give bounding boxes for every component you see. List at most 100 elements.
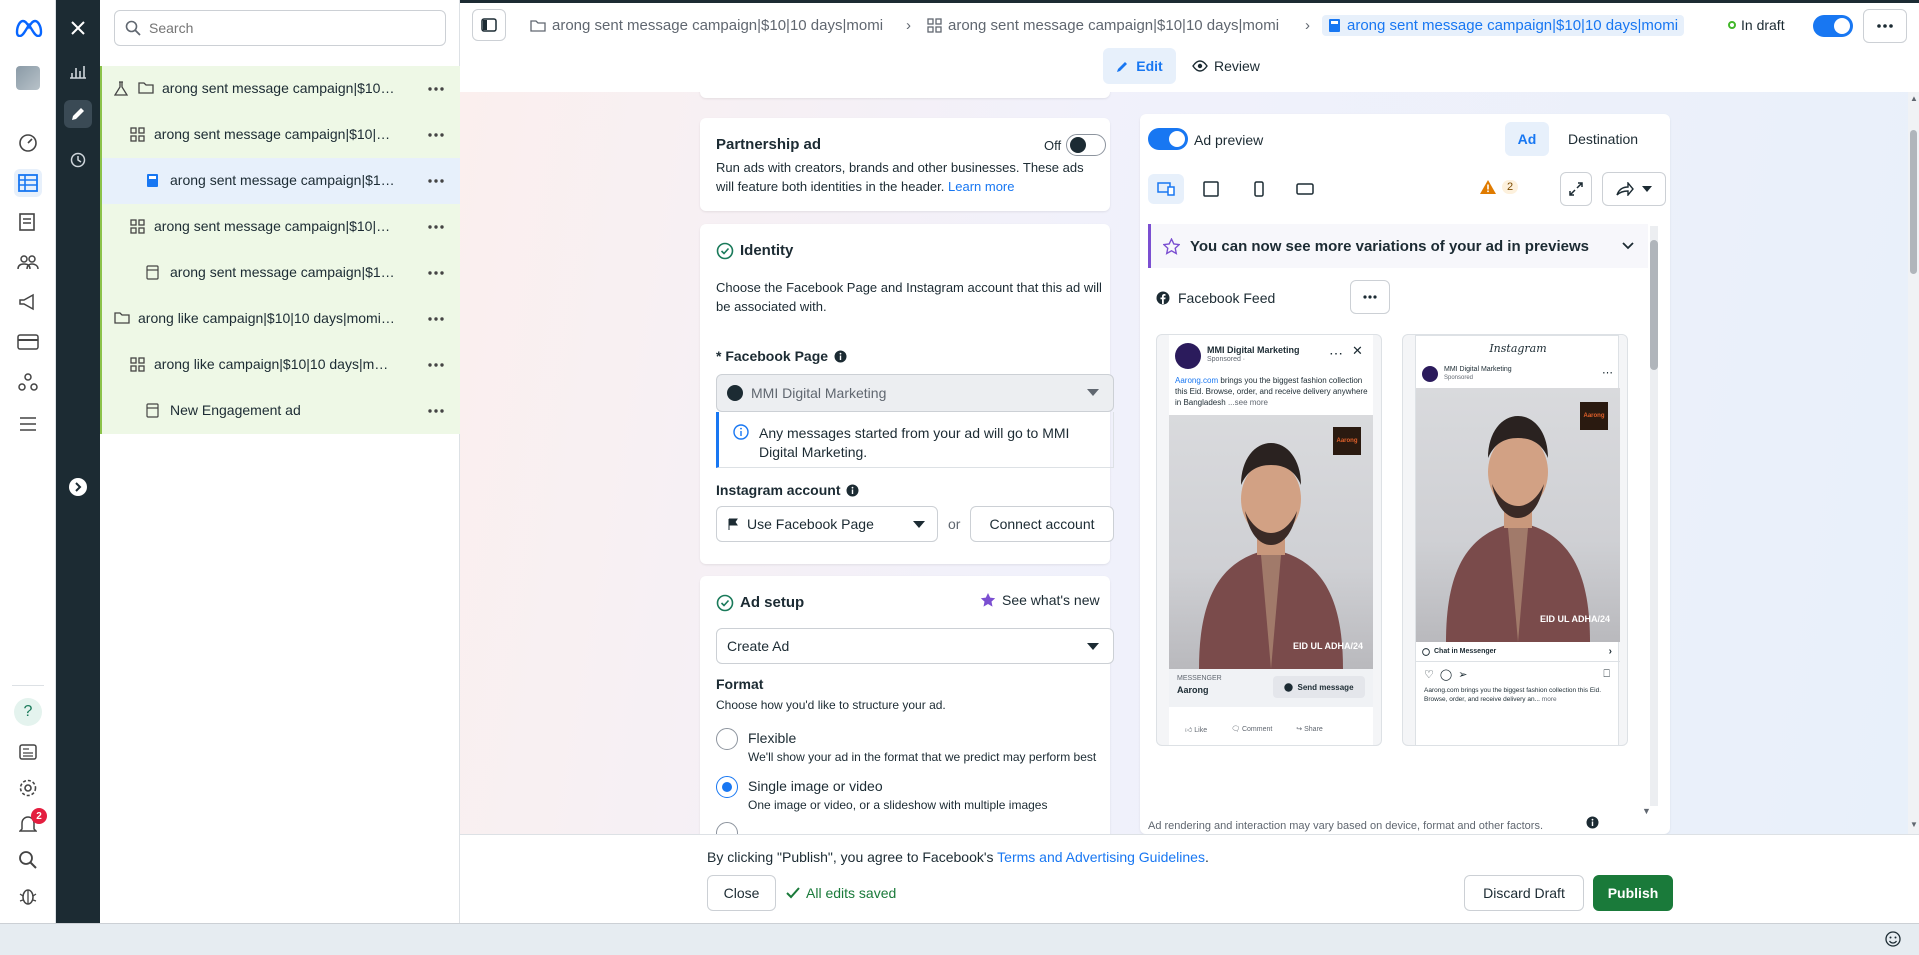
breadcrumb-campaign[interactable]: arong sent message campaign|$10|10 days|… (530, 17, 883, 34)
campaigns-megaphone-icon[interactable] (14, 288, 42, 316)
chevron-right-icon: › (1305, 17, 1310, 34)
row-more-dots-icon[interactable] (426, 401, 446, 421)
variations-banner[interactable]: You can now see more variations of your … (1148, 224, 1648, 268)
facebook-page-select[interactable]: MMI Digital Marketing (716, 374, 1114, 412)
folder-icon (114, 311, 130, 324)
draft-toggle[interactable] (1813, 15, 1853, 37)
folder-icon (138, 81, 154, 94)
settings-gear-icon[interactable] (14, 774, 42, 802)
reports-icon[interactable] (14, 208, 42, 236)
bug-report-icon[interactable] (14, 882, 42, 910)
tree-item[interactable]: arong sent message campaign|$10|1... (100, 66, 460, 112)
tree-search-input[interactable] (149, 20, 429, 36)
ad-preview-toggle[interactable] (1148, 128, 1188, 150)
help-icon[interactable]: ? (14, 698, 42, 726)
performance-chart-icon[interactable] (64, 58, 92, 86)
radio-single-image-video[interactable] (716, 776, 738, 798)
tree-search-box[interactable] (114, 10, 446, 46)
account-avatar[interactable] (14, 64, 42, 92)
close-button[interactable]: Close (707, 875, 776, 911)
scroll-down-arrow-icon[interactable]: ▼ (1642, 806, 1651, 816)
partnership-ad-card: Partnership ad Off Run ads with creators… (700, 118, 1110, 211)
warnings-indicator[interactable]: 2 (1480, 180, 1519, 194)
connect-account-button[interactable]: Connect account (970, 506, 1114, 542)
instagram-account-select[interactable]: Use Facebook Page (716, 506, 938, 542)
toggle-panel-button[interactable] (472, 9, 506, 41)
info-icon[interactable] (1586, 816, 1599, 829)
scroll-thumb[interactable] (1910, 130, 1917, 274)
breadcrumb-ad[interactable]: arong sent message campaign|$10|10 days|… (1322, 15, 1685, 36)
status-dot-icon (1728, 21, 1736, 29)
review-mode-button[interactable]: Review (1192, 48, 1260, 84)
tree-item[interactable]: arong like campaign|$10|10 days|momin... (100, 296, 460, 342)
phone-icon (1254, 181, 1264, 197)
row-more-dots-icon[interactable] (426, 309, 446, 329)
close-editor-icon[interactable] (64, 14, 92, 42)
ad-filled-icon (146, 173, 159, 188)
page-avatar (727, 385, 743, 401)
tree-item[interactable]: arong sent message campaign|$10|... (100, 250, 460, 296)
partnership-toggle[interactable] (1066, 134, 1106, 156)
row-more-dots-icon[interactable] (426, 217, 446, 237)
history-clock-icon[interactable] (64, 146, 92, 174)
sidebar-toggle-icon (481, 18, 497, 32)
learn-more-link[interactable]: Learn more (948, 179, 1014, 194)
more-options-button[interactable] (1863, 9, 1907, 43)
audiences-icon[interactable] (14, 248, 42, 276)
ad-setup-title: Ad setup (740, 594, 805, 611)
share-preview-button[interactable] (1602, 172, 1666, 206)
news-icon[interactable] (14, 738, 42, 766)
info-icon[interactable] (834, 350, 847, 363)
tree-item-label: arong like campaign|$10|10 days|momin... (138, 310, 396, 326)
terms-link[interactable]: Terms and Advertising Guidelines (997, 849, 1205, 865)
comment-action: 🗨︎ Comment (1231, 726, 1273, 733)
vertical-format-button[interactable] (1244, 174, 1274, 204)
feedback-smiley-icon[interactable] (1885, 931, 1901, 947)
discard-draft-button[interactable]: Discard Draft (1464, 875, 1584, 911)
landscape-format-button[interactable] (1290, 174, 1320, 204)
row-more-dots-icon[interactable] (426, 79, 446, 99)
tab-ad[interactable]: Ad (1505, 122, 1549, 156)
notifications-bell-icon[interactable]: 2 (14, 808, 47, 838)
square-format-button[interactable] (1196, 174, 1226, 204)
tree-item[interactable]: arong sent message campaign|$10|... (100, 158, 460, 204)
breadcrumb-adset[interactable]: arong sent message campaign|$10|10 days|… (927, 17, 1279, 34)
row-more-dots-icon[interactable] (426, 263, 446, 283)
edit-pencil-icon[interactable] (64, 100, 92, 128)
radio-flexible[interactable] (716, 728, 738, 750)
all-devices-button[interactable] (1148, 174, 1184, 204)
expand-panel-icon[interactable] (64, 473, 92, 501)
devices-icon (1157, 182, 1175, 196)
search-icon[interactable] (14, 846, 42, 874)
radio-carousel[interactable] (716, 822, 738, 834)
info-icon[interactable] (846, 484, 859, 497)
row-more-dots-icon[interactable] (426, 171, 446, 191)
create-ad-select[interactable]: Create Ad (716, 628, 1114, 664)
tree-item[interactable]: arong like campaign|$10|10 days|mom... (100, 342, 460, 388)
tab-destination[interactable]: Destination (1560, 122, 1646, 156)
instagram-feed-preview: Instagram MMI Digital Marketing Sponsore… (1402, 334, 1628, 746)
business-assets-icon[interactable] (14, 368, 42, 396)
row-more-dots-icon[interactable] (426, 355, 446, 375)
tree-item[interactable]: arong sent message campaign|$10|10 ... (100, 204, 460, 250)
placement-options-button[interactable] (1350, 280, 1390, 314)
format-title: Format (716, 676, 764, 692)
preview-scrollbar[interactable] (1650, 226, 1658, 806)
flexible-label: Flexible (748, 730, 797, 746)
dashboard-icon[interactable] (14, 128, 42, 156)
landscape-icon (1296, 183, 1314, 195)
billing-card-icon[interactable] (14, 328, 42, 356)
meta-logo-icon[interactable] (14, 14, 44, 42)
more-dots-icon: ⋯ (1329, 345, 1343, 361)
edit-mode-button[interactable]: Edit (1103, 48, 1176, 84)
tree-item[interactable]: arong sent message campaign|$10|10 ... (100, 112, 460, 158)
row-more-dots-icon[interactable] (426, 125, 446, 145)
all-tools-menu-icon[interactable] (14, 410, 42, 438)
see-whats-new-link[interactable]: See what's new (980, 592, 1100, 608)
mode-switcher: Edit Review (460, 46, 1919, 92)
ads-manager-icon[interactable] (14, 169, 42, 197)
tree-item[interactable]: New Engagement ad (100, 388, 460, 434)
main-scrollbar[interactable]: ▲ ▼ (1908, 92, 1919, 834)
fullscreen-button[interactable] (1560, 172, 1592, 206)
publish-button[interactable]: Publish (1593, 875, 1673, 911)
